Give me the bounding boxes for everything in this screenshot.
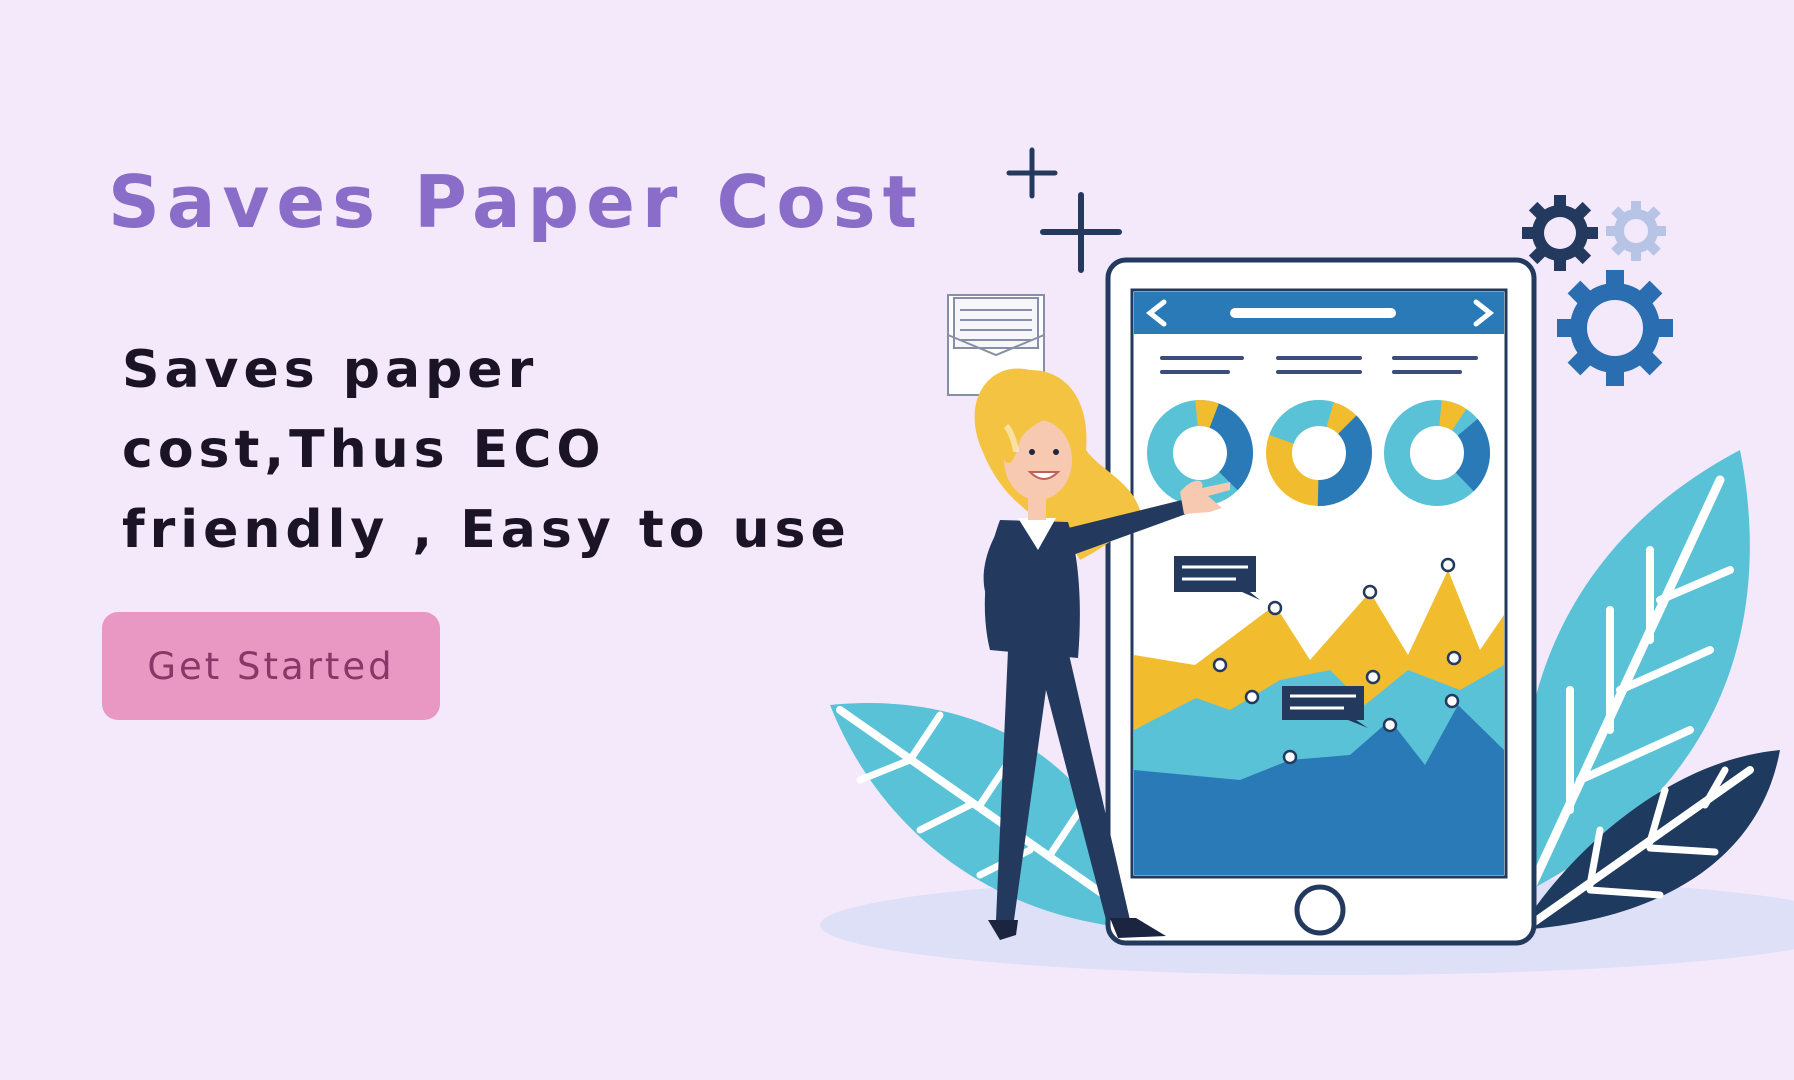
gear-icon	[1522, 195, 1598, 271]
plus-icon	[1006, 147, 1058, 199]
tablet-device	[1105, 257, 1537, 946]
gear-icon	[1606, 201, 1666, 261]
page-title: Saves Paper Cost	[108, 160, 925, 244]
hero-illustration	[820, 147, 1794, 975]
hero-description: Saves paper cost,Thus ECO friendly , Eas…	[122, 340, 851, 560]
plus-icon	[1040, 192, 1122, 273]
get-started-button[interactable]: Get Started	[102, 612, 440, 720]
gear-icon	[1557, 270, 1673, 386]
